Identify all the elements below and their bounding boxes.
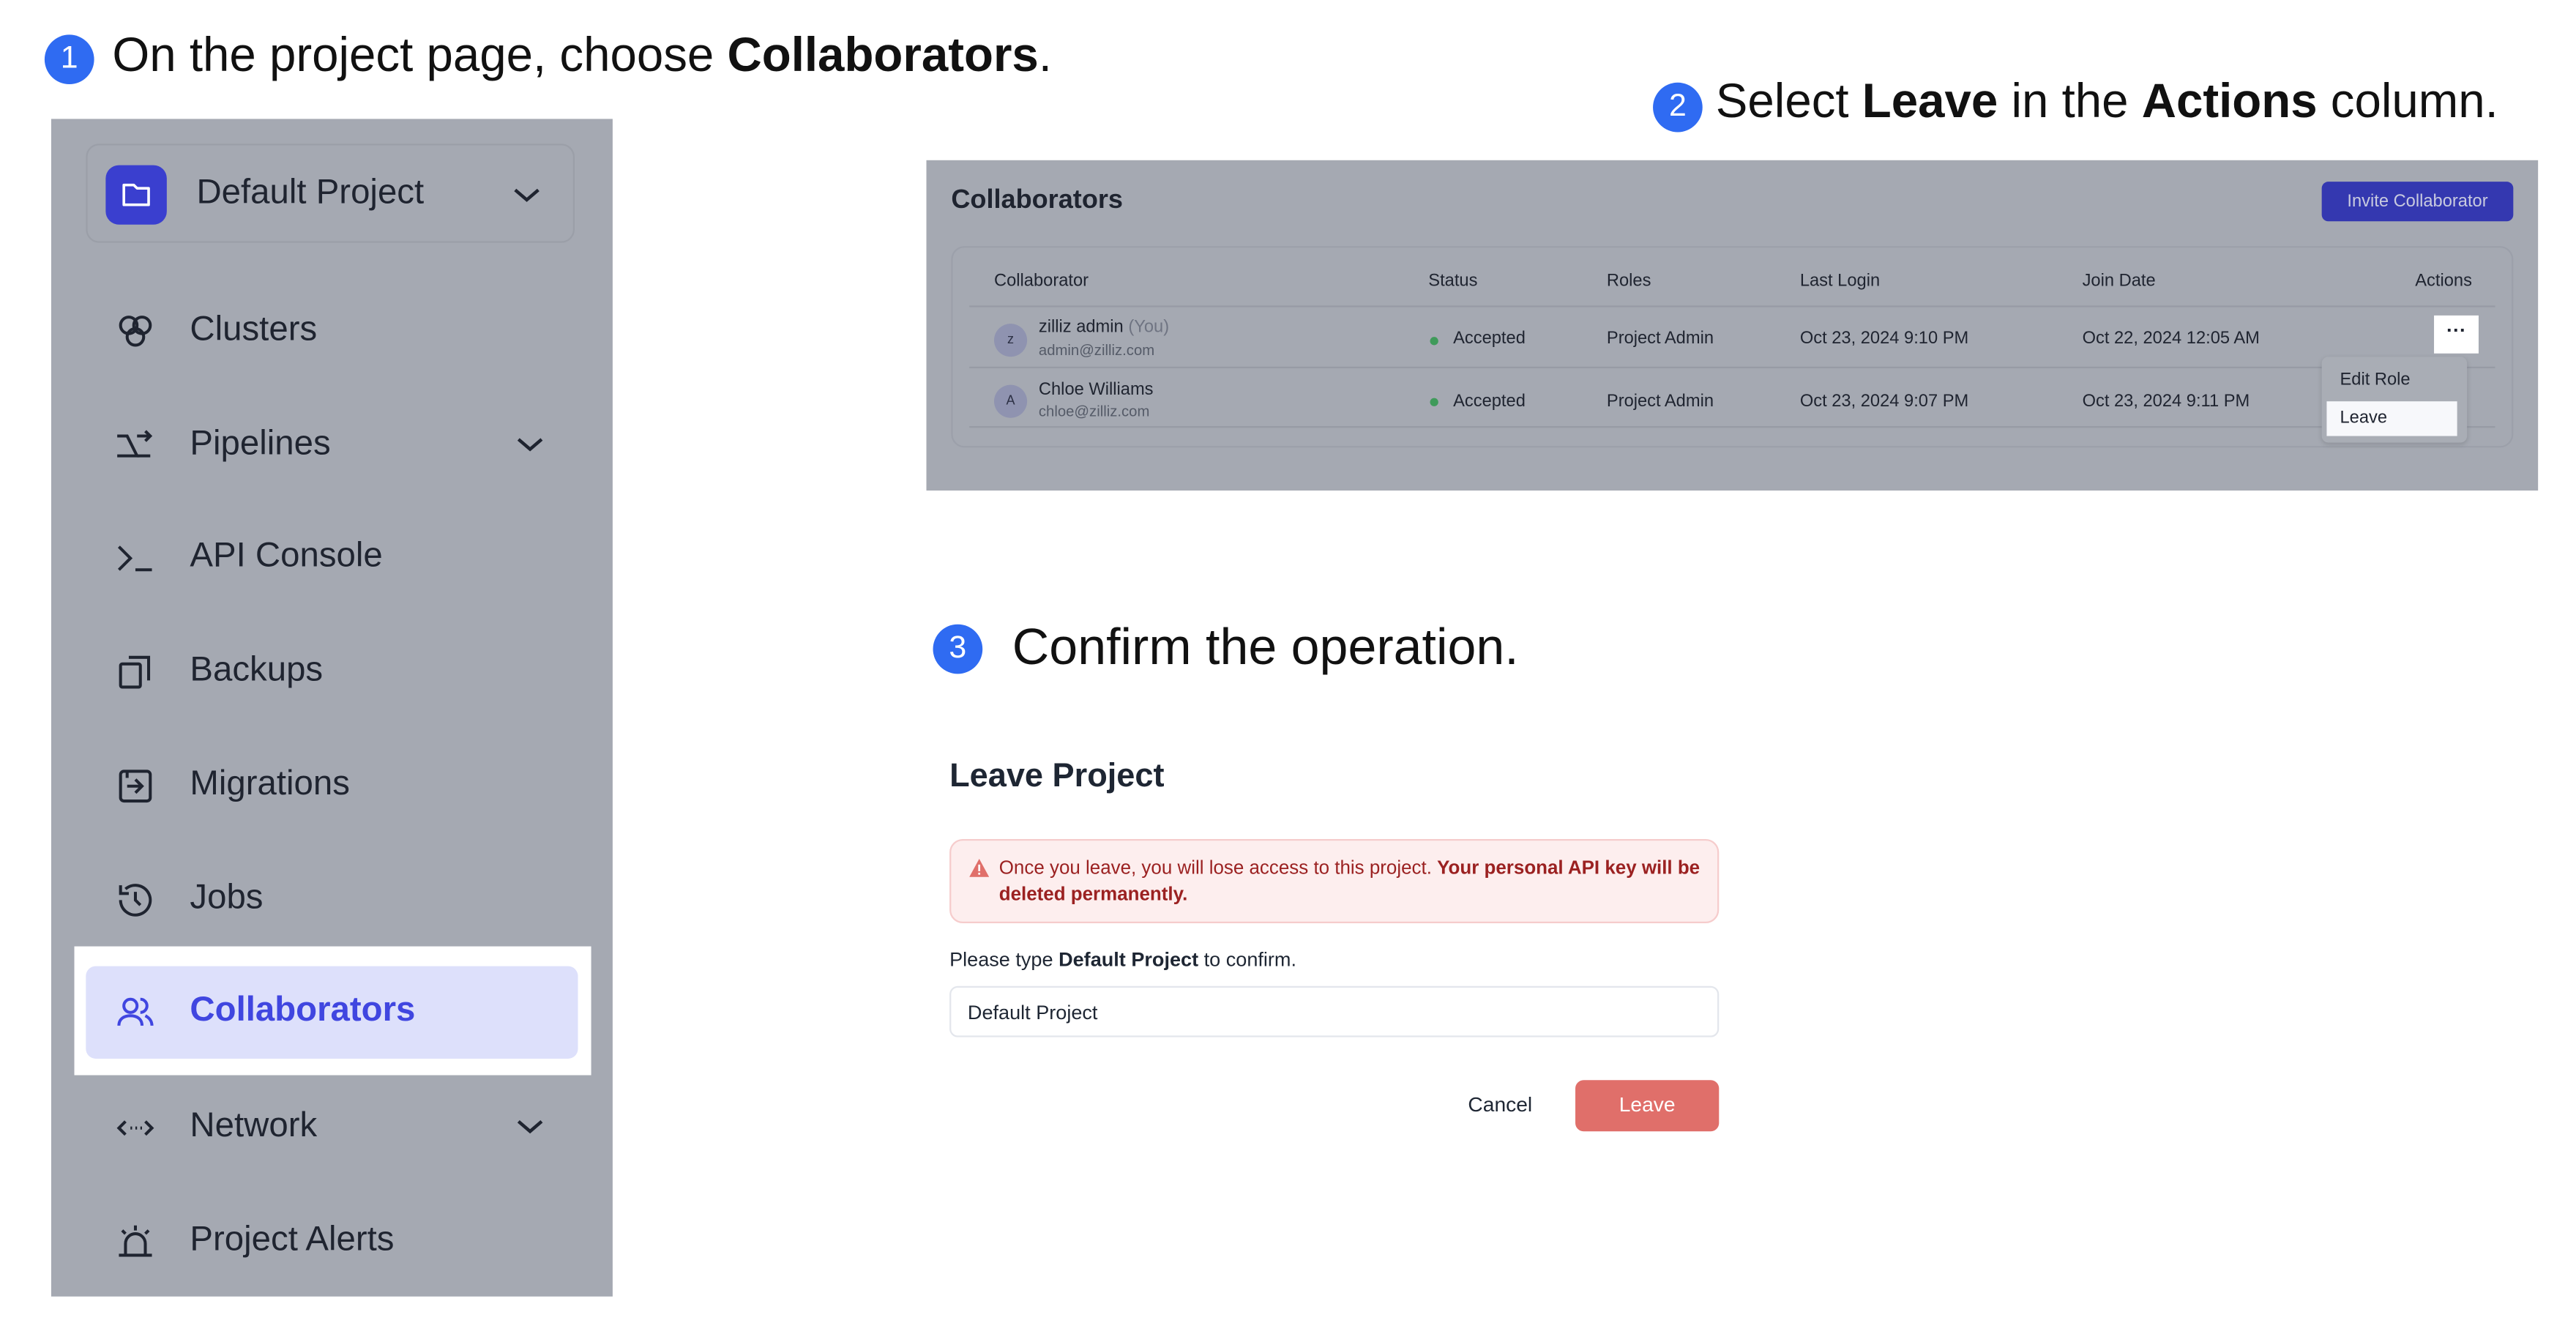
sidebar-item-label: API Console bbox=[190, 537, 383, 575]
sidebar-item-api-console[interactable]: API Console bbox=[51, 523, 613, 589]
join-date: Oct 22, 2024 12:05 AM bbox=[2082, 328, 2260, 349]
last-login: Oct 23, 2024 9:10 PM bbox=[1799, 328, 1969, 349]
avatar: z bbox=[993, 324, 1028, 357]
collaborator-email: chloe@zilliz.com bbox=[1038, 403, 1150, 420]
history-icon bbox=[119, 884, 152, 917]
sidebar-item-label: Project Alerts bbox=[190, 1220, 395, 1259]
sidebar: Default Project Clusters Pipelines API C… bbox=[51, 119, 613, 1297]
more-actions-button[interactable]: ··· bbox=[2434, 315, 2479, 354]
step-3-text: Confirm the operation. bbox=[1012, 617, 1519, 676]
collaborators-panel: Collaborators Invite Collaborator Collab… bbox=[926, 160, 2539, 491]
invite-collaborator-button[interactable]: Invite Collaborator bbox=[2321, 182, 2514, 222]
role: Project Admin bbox=[1606, 391, 1714, 411]
chevron-down-icon[interactable] bbox=[514, 428, 547, 461]
menu-item-edit-role[interactable]: Edit Role bbox=[2340, 370, 2410, 390]
step-3-badge: 3 bbox=[933, 624, 983, 674]
column-header: Roles bbox=[1606, 270, 1651, 291]
collaborator-email: admin@zilliz.com bbox=[1038, 341, 1155, 359]
users-icon bbox=[117, 997, 154, 1026]
sidebar-item-label: Network bbox=[190, 1106, 318, 1145]
pipelines-icon bbox=[117, 430, 153, 458]
menu-item-leave[interactable]: Leave bbox=[2326, 401, 2457, 436]
step-2-badge: 2 bbox=[1653, 82, 1703, 133]
backups-icon bbox=[119, 655, 151, 689]
step-1-text: On the project page, choose Collaborator… bbox=[112, 29, 1052, 83]
project-name: Default Project bbox=[196, 173, 425, 212]
sidebar-item-clusters[interactable]: Clusters bbox=[51, 297, 613, 363]
page-title: Collaborators bbox=[951, 186, 1123, 215]
last-login: Oct 23, 2024 9:07 PM bbox=[1799, 391, 1969, 411]
confirm-project-name-input[interactable] bbox=[949, 985, 1720, 1037]
step-1-badge: 1 bbox=[44, 34, 94, 85]
terminal-icon bbox=[117, 545, 152, 572]
sidebar-item-label: Collaborators bbox=[190, 991, 416, 1029]
cancel-button[interactable]: Cancel bbox=[1468, 1093, 1532, 1117]
collaborator-name: Chloe Williams bbox=[1038, 379, 1154, 400]
column-header: Join Date bbox=[2082, 270, 2156, 291]
project-selector[interactable]: Default Project bbox=[86, 144, 575, 243]
sidebar-item-label: Clusters bbox=[190, 310, 318, 349]
sidebar-item-label: Pipelines bbox=[190, 424, 331, 463]
column-header: Actions bbox=[2415, 270, 2472, 291]
sidebar-item-label: Backups bbox=[190, 650, 324, 689]
chevron-down-icon bbox=[514, 188, 540, 202]
warning-icon bbox=[969, 859, 990, 877]
column-header: Status bbox=[1428, 270, 1478, 291]
network-icon bbox=[116, 1120, 154, 1136]
collaborator-name: zilliz admin (You) bbox=[1038, 317, 1170, 338]
chevron-down-icon[interactable] bbox=[514, 1110, 547, 1143]
column-header: Collaborator bbox=[993, 270, 1089, 291]
sidebar-item-backups[interactable]: Backups bbox=[51, 638, 613, 704]
status-dot bbox=[1430, 398, 1438, 406]
role: Project Admin bbox=[1606, 328, 1714, 349]
sidebar-item-label: Migrations bbox=[190, 764, 350, 803]
sidebar-item-migrations[interactable]: Migrations bbox=[51, 751, 613, 817]
confirm-label: Please type Default Project to confirm. bbox=[949, 947, 1297, 972]
status-text: Accepted bbox=[1453, 391, 1526, 411]
actions-menu: Edit Role Leave bbox=[2321, 357, 2468, 443]
migrations-icon bbox=[119, 769, 152, 803]
avatar: A bbox=[993, 384, 1028, 418]
step-2-text: Select Leave in the Actions column. bbox=[1715, 75, 2498, 129]
menu-item-label: Leave bbox=[2340, 408, 2388, 428]
join-date: Oct 23, 2024 9:11 PM bbox=[2082, 391, 2250, 411]
sidebar-item-pipelines[interactable]: Pipelines bbox=[51, 411, 613, 477]
status-dot bbox=[1430, 337, 1438, 346]
sidebar-item-label: Jobs bbox=[190, 879, 264, 917]
warning-alert: Once you leave, you will lose access to … bbox=[949, 838, 1720, 923]
warning-text: Once you leave, you will lose access to … bbox=[998, 859, 1438, 879]
alarm-icon bbox=[119, 1225, 152, 1257]
dialog-title: Leave Project bbox=[949, 758, 1165, 795]
sidebar-item-project-alerts[interactable]: Project Alerts bbox=[51, 1207, 613, 1273]
status-text: Accepted bbox=[1453, 328, 1526, 349]
collaborators-table: Collaborator Status Roles Last Login Joi… bbox=[951, 246, 2514, 448]
clusters-icon bbox=[119, 316, 152, 347]
sidebar-item-network[interactable]: Network bbox=[51, 1093, 613, 1159]
sidebar-item-collaborators[interactable]: Collaborators bbox=[74, 946, 591, 1076]
folder-icon bbox=[105, 165, 167, 225]
leave-button[interactable]: Leave bbox=[1575, 1080, 1720, 1132]
column-header: Last Login bbox=[1799, 270, 1881, 291]
sidebar-item-jobs[interactable]: Jobs bbox=[51, 865, 613, 931]
